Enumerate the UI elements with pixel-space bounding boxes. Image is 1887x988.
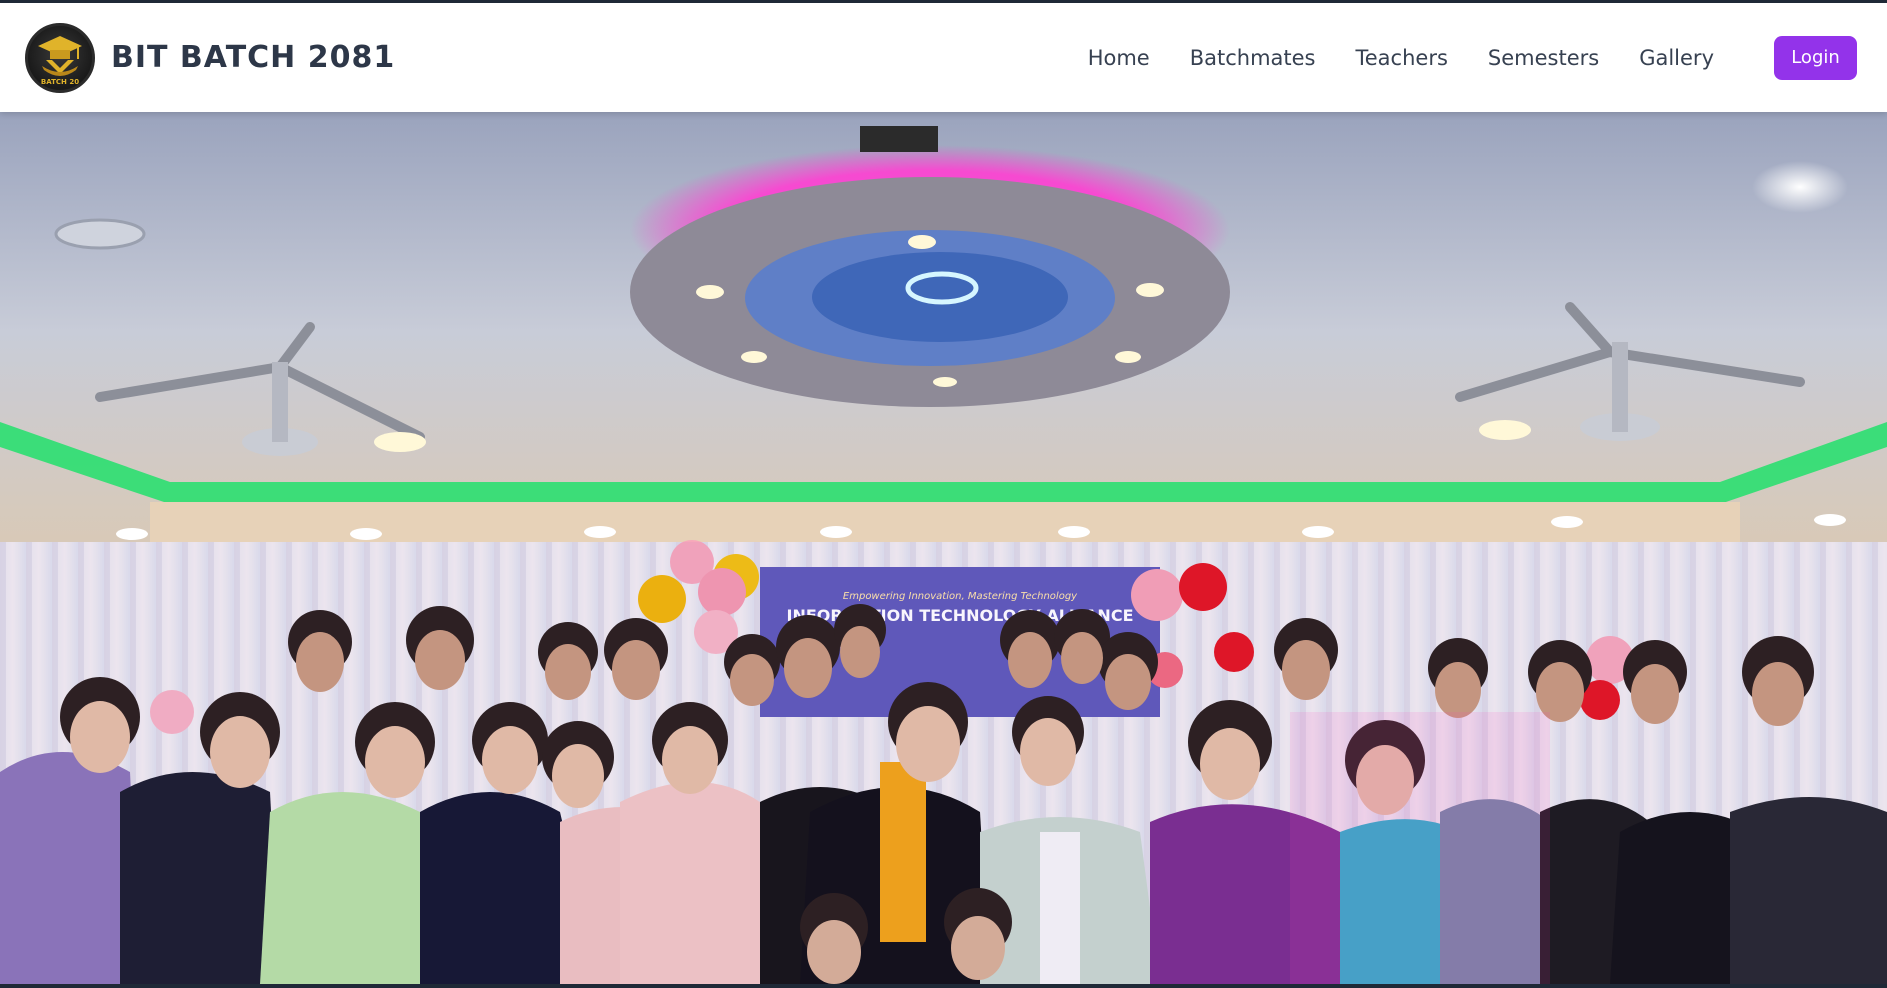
hero-group-photo: Empowering Innovation, Mastering Technol… bbox=[0, 112, 1887, 984]
nav-batchmates[interactable]: Batchmates bbox=[1190, 46, 1316, 70]
page-bottom-border bbox=[0, 984, 1887, 988]
group-photo-image: Empowering Innovation, Mastering Technol… bbox=[0, 112, 1887, 984]
main-nav: Home Batchmates Teachers Semesters Galle… bbox=[1088, 35, 1857, 80]
login-button[interactable]: Login bbox=[1774, 35, 1857, 80]
top-navbar: BATCH 20 BIT BATCH 2081 Home Batchmates … bbox=[0, 0, 1887, 112]
nav-gallery[interactable]: Gallery bbox=[1639, 46, 1714, 70]
nav-semesters[interactable]: Semesters bbox=[1488, 46, 1599, 70]
logo-text: BATCH 20 bbox=[41, 78, 79, 86]
brand[interactable]: BATCH 20 BIT BATCH 2081 bbox=[25, 22, 396, 93]
graduation-cap-icon: BATCH 20 bbox=[38, 35, 82, 86]
brand-title: BIT BATCH 2081 bbox=[111, 40, 396, 75]
nav-teachers[interactable]: Teachers bbox=[1356, 46, 1448, 70]
nav-home[interactable]: Home bbox=[1088, 46, 1150, 70]
batch-logo[interactable]: BATCH 20 bbox=[25, 22, 95, 93]
